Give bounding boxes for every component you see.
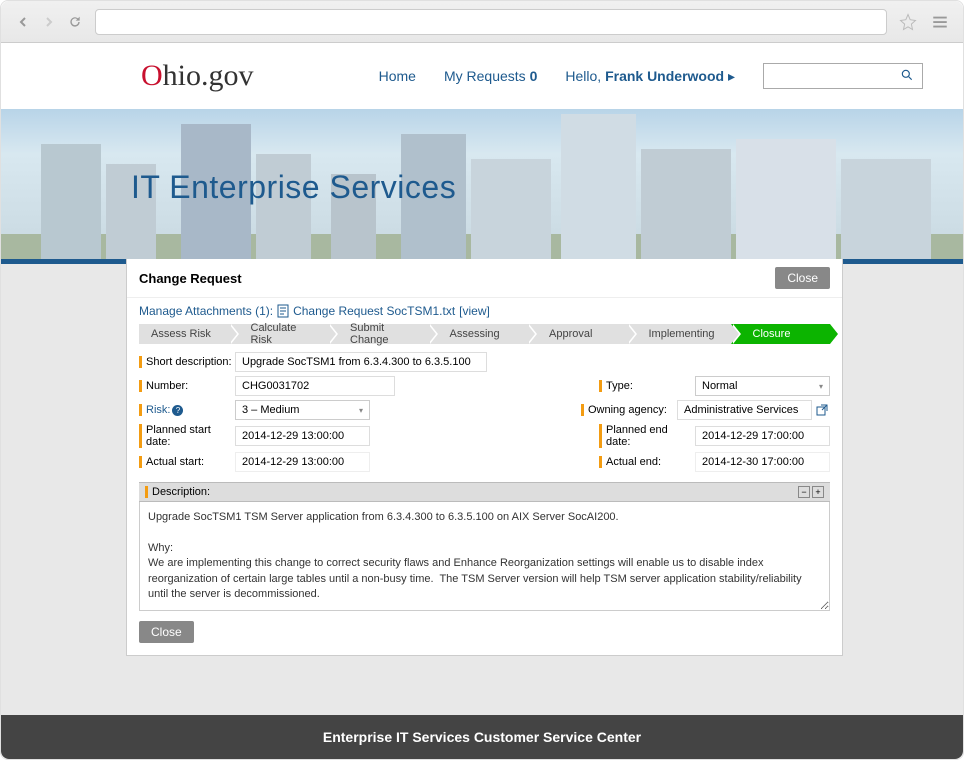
- actual-start-field: 2014-12-29 13:00:00: [235, 452, 370, 472]
- planned-end-field[interactable]: 2014-12-29 17:00:00: [695, 426, 830, 446]
- nav-my-requests[interactable]: My Requests 0: [444, 68, 537, 84]
- banner: IT Enterprise Services: [1, 109, 963, 264]
- url-bar[interactable]: [95, 9, 887, 35]
- panel-title: Change Request: [139, 271, 242, 286]
- risk-label: Risk:?: [139, 404, 235, 416]
- expand-icon[interactable]: +: [812, 486, 824, 498]
- type-select[interactable]: Normal: [695, 376, 830, 396]
- bookmark-star-icon[interactable]: [897, 11, 919, 33]
- site-header: Ohio.gov Home My Requests 0 Hello, Frank…: [1, 43, 963, 109]
- change-request-panel: Change Request Close Manage Attachments …: [126, 259, 843, 656]
- reload-button[interactable]: [65, 12, 85, 32]
- file-icon: [277, 304, 289, 318]
- browser-chrome: [1, 1, 963, 43]
- back-button[interactable]: [13, 12, 33, 32]
- step-calculate-risk[interactable]: Calculate Risk: [229, 324, 329, 344]
- help-icon[interactable]: ?: [172, 405, 183, 416]
- description-label: Description:: [145, 486, 210, 498]
- step-submit-change[interactable]: Submit Change: [328, 324, 428, 344]
- nav-home[interactable]: Home: [379, 68, 416, 84]
- step-closure[interactable]: Closure: [731, 324, 831, 344]
- site-footer: Enterprise IT Services Customer Service …: [1, 715, 963, 759]
- search-box[interactable]: [763, 63, 923, 89]
- collapse-icon[interactable]: −: [798, 486, 810, 498]
- step-assessing[interactable]: Assessing: [428, 324, 528, 344]
- step-assess-risk[interactable]: Assess Risk: [139, 324, 229, 344]
- owning-agency-label: Owning agency:: [581, 404, 677, 416]
- risk-select[interactable]: 3 – Medium: [235, 400, 370, 420]
- planned-start-field[interactable]: 2014-12-29 13:00:00: [235, 426, 370, 446]
- step-approval[interactable]: Approval: [527, 324, 627, 344]
- number-field[interactable]: CHG0031702: [235, 376, 395, 396]
- search-icon[interactable]: [900, 68, 914, 85]
- number-label: Number:: [139, 380, 235, 392]
- user-greeting[interactable]: Hello, Frank Underwood ▸: [565, 68, 735, 85]
- banner-title: IT Enterprise Services: [131, 169, 456, 206]
- search-input[interactable]: [772, 69, 914, 84]
- description-textarea[interactable]: Upgrade SocTSM1 TSM Server application f…: [139, 502, 830, 611]
- forward-button[interactable]: [39, 12, 59, 32]
- actual-start-label: Actual start:: [139, 456, 235, 468]
- planned-end-label: Planned end date:: [599, 424, 695, 448]
- close-button-top[interactable]: Close: [775, 267, 830, 289]
- short-description-field[interactable]: Upgrade SocTSM1 from 6.3.4.300 to 6.3.5.…: [235, 352, 487, 372]
- type-label: Type:: [599, 380, 695, 392]
- close-button-bottom[interactable]: Close: [139, 621, 194, 643]
- step-implementing[interactable]: Implementing: [627, 324, 731, 344]
- process-stepper: Assess Risk Calculate Risk Submit Change…: [139, 324, 830, 344]
- planned-start-label: Planned start date:: [139, 424, 235, 448]
- external-link-icon[interactable]: [816, 403, 830, 417]
- manage-attachments-link[interactable]: Manage Attachments (1):: [139, 304, 273, 318]
- short-description-label: Short description:: [139, 356, 235, 368]
- hamburger-menu-icon[interactable]: [929, 11, 951, 33]
- attachment-file-link[interactable]: Change Request SocTSM1.txt: [293, 304, 455, 318]
- site-logo: Ohio.gov: [141, 59, 254, 93]
- owning-agency-field[interactable]: Administrative Services: [677, 400, 812, 420]
- actual-end-field: 2014-12-30 17:00:00: [695, 452, 830, 472]
- view-attachment-link[interactable]: [view]: [459, 304, 490, 318]
- actual-end-label: Actual end:: [599, 456, 695, 468]
